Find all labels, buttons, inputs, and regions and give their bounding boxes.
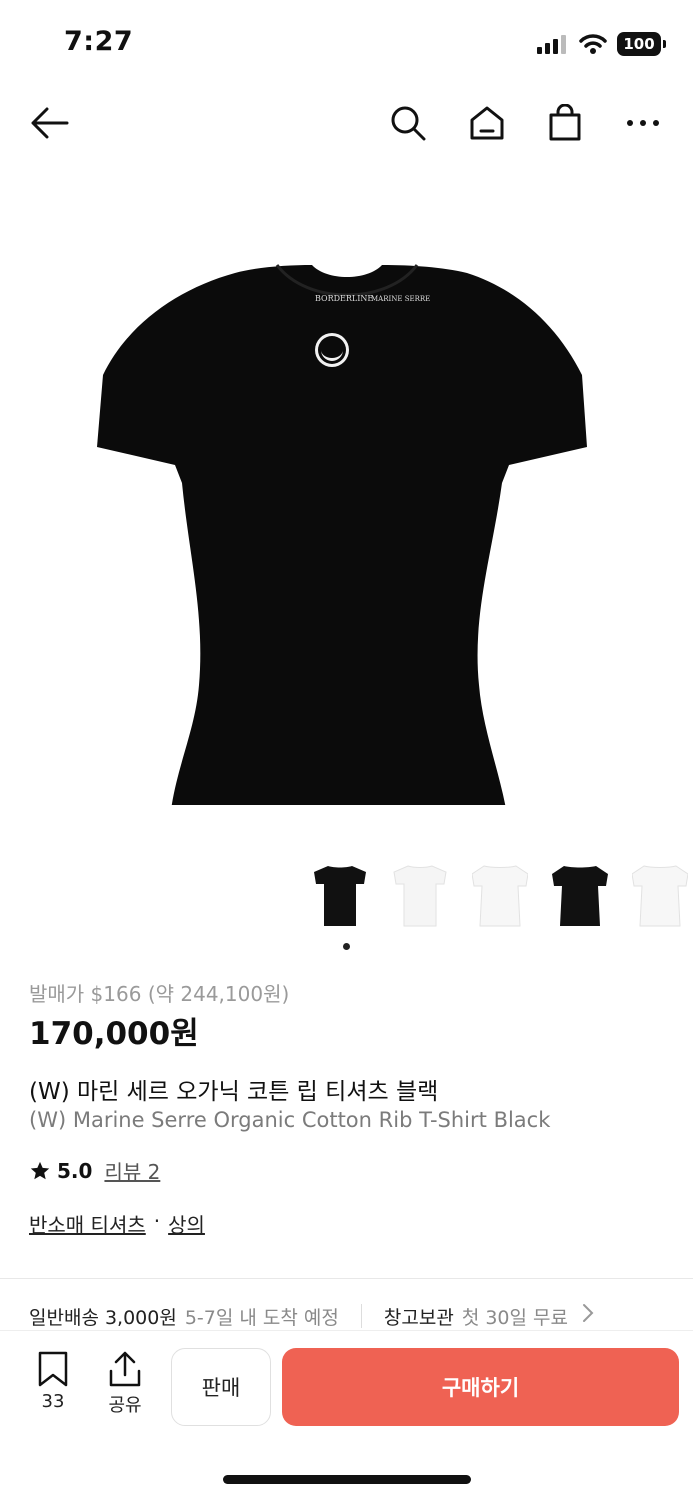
sell-button[interactable]: 판매	[171, 1348, 271, 1426]
share-icon	[109, 1351, 141, 1387]
rating-score: 5.0	[57, 1158, 93, 1183]
category-breadcrumb: 반소매 티셔츠 · 상의	[29, 1209, 205, 1238]
buy-button[interactable]: 구매하기	[282, 1348, 679, 1426]
thumbnail-strip	[310, 860, 690, 940]
shopping-bag-icon	[549, 104, 581, 141]
product-title-korean: (W) 마린 세르 오가닉 코튼 립 티셔츠 블랙	[29, 1079, 439, 1105]
thumbnail[interactable]	[310, 860, 370, 932]
nav-bar	[0, 88, 693, 158]
tshirt-thumbnail-black	[314, 866, 366, 926]
home-indicator[interactable]	[223, 1475, 471, 1484]
home-icon	[470, 106, 504, 140]
cellular-signal-icon	[537, 35, 566, 54]
more-icon	[627, 120, 659, 126]
bookmark-icon	[38, 1351, 68, 1387]
thumbnail[interactable]	[470, 860, 530, 932]
search-button[interactable]	[385, 100, 431, 146]
more-button[interactable]	[620, 100, 666, 146]
rating-row: 5.0 리뷰 2	[29, 1156, 160, 1185]
standard-shipping-label: 일반배송 3,000원	[29, 1306, 177, 1329]
warehouse-label: 창고보관	[383, 1306, 454, 1329]
category-link[interactable]: 반소매 티셔츠	[29, 1209, 146, 1238]
status-time: 7:27	[64, 26, 134, 57]
review-link[interactable]: 리뷰 2	[104, 1156, 160, 1185]
release-price: 발매가 $166 (약 244,100원)	[29, 982, 290, 1006]
search-icon	[391, 106, 426, 141]
current-price: 170,000원	[29, 1016, 199, 1052]
wifi-icon	[579, 34, 607, 54]
back-button[interactable]	[26, 100, 72, 146]
shipping-options[interactable]: 일반배송 3,000원 5-7일 내 도착 예정 창고보관 첫 30일 무료	[29, 1300, 693, 1332]
share-button[interactable]: 공유	[97, 1351, 153, 1417]
status-bar: 7:27 100	[0, 0, 693, 88]
wishlist-count: 33	[41, 1391, 65, 1412]
status-icons: 100	[537, 30, 666, 58]
tshirt-thumbnail-white	[632, 865, 688, 927]
arrow-left-icon	[31, 107, 69, 139]
standard-shipping-eta: 5-7일 내 도착 예정	[184, 1306, 339, 1329]
thumbnail[interactable]	[550, 860, 610, 932]
cart-button[interactable]	[542, 100, 588, 146]
tshirt-thumbnail-white	[472, 865, 528, 927]
thumbnail[interactable]	[630, 860, 690, 932]
divider	[0, 1278, 693, 1279]
neck-label-text: MARINE SERRE	[371, 295, 430, 303]
home-button[interactable]	[464, 100, 510, 146]
category-link[interactable]: 상의	[168, 1209, 205, 1238]
battery-icon: 100	[617, 32, 666, 56]
chevron-right-icon	[582, 1303, 594, 1329]
wishlist-button[interactable]: 33	[25, 1351, 81, 1412]
tshirt-thumbnail-white	[393, 865, 447, 927]
thumbnail[interactable]	[390, 860, 450, 932]
neck-label-text: BORDERLINE	[315, 294, 373, 303]
share-label: 공유	[108, 1395, 142, 1416]
carousel-indicator-dot	[343, 943, 350, 950]
tshirt-thumbnail-black	[552, 866, 608, 926]
product-image[interactable]: BORDERLINE MARINE SERRE	[0, 170, 693, 850]
warehouse-note: 첫 30일 무료	[461, 1306, 568, 1329]
category-separator: ·	[153, 1209, 161, 1233]
shipping-separator	[360, 1304, 362, 1328]
tshirt-image: BORDERLINE MARINE SERRE	[96, 264, 587, 805]
star-icon	[30, 1161, 50, 1179]
product-title-english: (W) Marine Serre Organic Cotton Rib T-Sh…	[29, 1108, 551, 1132]
